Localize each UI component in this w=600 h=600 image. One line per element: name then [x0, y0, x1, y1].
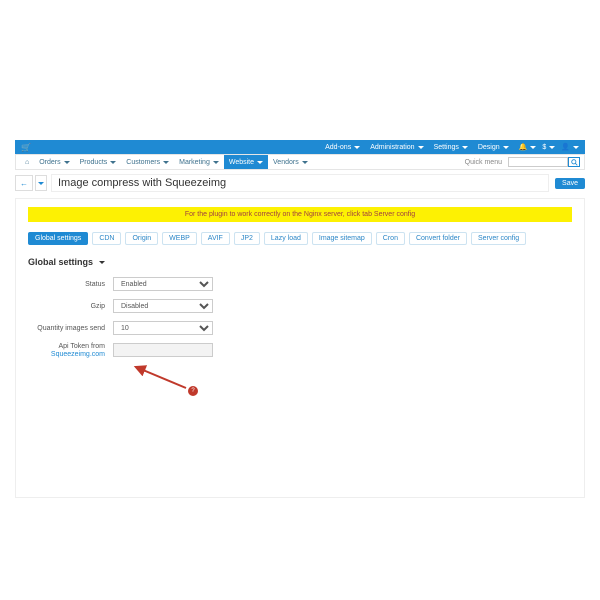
main-nav: ⌂ Orders Products Customers Marketing We…	[15, 154, 585, 170]
tab-cron[interactable]: Cron	[376, 232, 405, 245]
row-api-token: Api Token from Squeezeimg.com	[28, 343, 572, 360]
search-input[interactable]	[508, 157, 568, 167]
cart-icon[interactable]: 🛒	[21, 143, 31, 152]
chevron-down-icon	[99, 261, 105, 264]
label-gzip: Gzip	[28, 303, 113, 310]
select-status[interactable]: Enabled	[113, 277, 213, 291]
user-icon[interactable]: 👤	[561, 143, 579, 151]
notifications-icon[interactable]: 🔔	[519, 143, 537, 151]
nginx-alert: For the plugin to work correctly on the …	[28, 207, 572, 222]
tab-webp[interactable]: WEBP	[162, 232, 197, 245]
nav-website[interactable]: Website	[224, 155, 268, 169]
topnav-design[interactable]: Design	[478, 144, 509, 151]
row-status: Status Enabled	[28, 277, 572, 291]
label-status: Status	[28, 281, 113, 288]
label-api: Api Token from Squeezeimg.com	[28, 343, 113, 360]
page-header: ← Image compress with Squeezeimg Save	[15, 174, 585, 192]
search-button[interactable]	[568, 157, 580, 167]
topnav-addons[interactable]: Add-ons	[325, 144, 360, 151]
tab-cdn[interactable]: CDN	[92, 232, 121, 245]
chevron-down-icon	[354, 146, 360, 149]
chevron-down-icon	[503, 146, 509, 149]
tab-convert-folder[interactable]: Convert folder	[409, 232, 467, 245]
tab-avif[interactable]: AVIF	[201, 232, 230, 245]
nav-marketing[interactable]: Marketing	[174, 159, 224, 166]
nav-orders[interactable]: Orders	[34, 159, 74, 166]
back-button[interactable]: ←	[15, 175, 33, 191]
topnav-administration[interactable]: Administration	[370, 144, 423, 151]
tabs: Global settings CDN Origin WEBP AVIF JP2…	[28, 232, 572, 245]
chevron-down-icon	[573, 146, 579, 149]
tab-origin[interactable]: Origin	[125, 232, 158, 245]
tab-server-config[interactable]: Server config	[471, 232, 526, 245]
row-gzip: Gzip Disabled	[28, 299, 572, 313]
back-dropdown[interactable]	[35, 175, 47, 191]
nav-products[interactable]: Products	[75, 159, 122, 166]
save-button[interactable]: Save	[555, 178, 585, 189]
content-panel: For the plugin to work correctly on the …	[15, 198, 585, 498]
select-qty[interactable]: 10	[113, 321, 213, 335]
topnav-settings[interactable]: Settings	[434, 144, 468, 151]
page-title: Image compress with Squeezeimg	[51, 174, 549, 192]
tab-jp2[interactable]: JP2	[234, 232, 260, 245]
annotation-arrow: ?	[128, 368, 572, 398]
store-icon[interactable]: $	[542, 144, 555, 151]
row-qty: Quantity images send 10	[28, 321, 572, 335]
tab-global-settings[interactable]: Global settings	[28, 232, 88, 245]
chevron-down-icon	[549, 146, 555, 149]
select-gzip[interactable]: Disabled	[113, 299, 213, 313]
chevron-down-icon	[462, 146, 468, 149]
squeezeimg-link[interactable]: Squeezeimg.com	[51, 351, 105, 358]
input-api-token[interactable]	[113, 343, 213, 357]
label-qty: Quantity images send	[28, 325, 113, 332]
home-icon[interactable]: ⌂	[20, 159, 34, 166]
nav-customers[interactable]: Customers	[121, 159, 174, 166]
chevron-down-icon	[530, 146, 536, 149]
chevron-down-icon	[418, 146, 424, 149]
tab-lazy-load[interactable]: Lazy load	[264, 232, 308, 245]
quick-menu-label[interactable]: Quick menu	[465, 159, 502, 166]
tab-image-sitemap[interactable]: Image sitemap	[312, 232, 372, 245]
section-title[interactable]: Global settings	[28, 257, 572, 267]
topbar: 🛒 Add-ons Administration Settings Design…	[15, 140, 585, 154]
nav-vendors[interactable]: Vendors	[268, 159, 313, 166]
chevron-down-icon	[38, 182, 44, 185]
annotation-badge: ?	[188, 386, 198, 396]
